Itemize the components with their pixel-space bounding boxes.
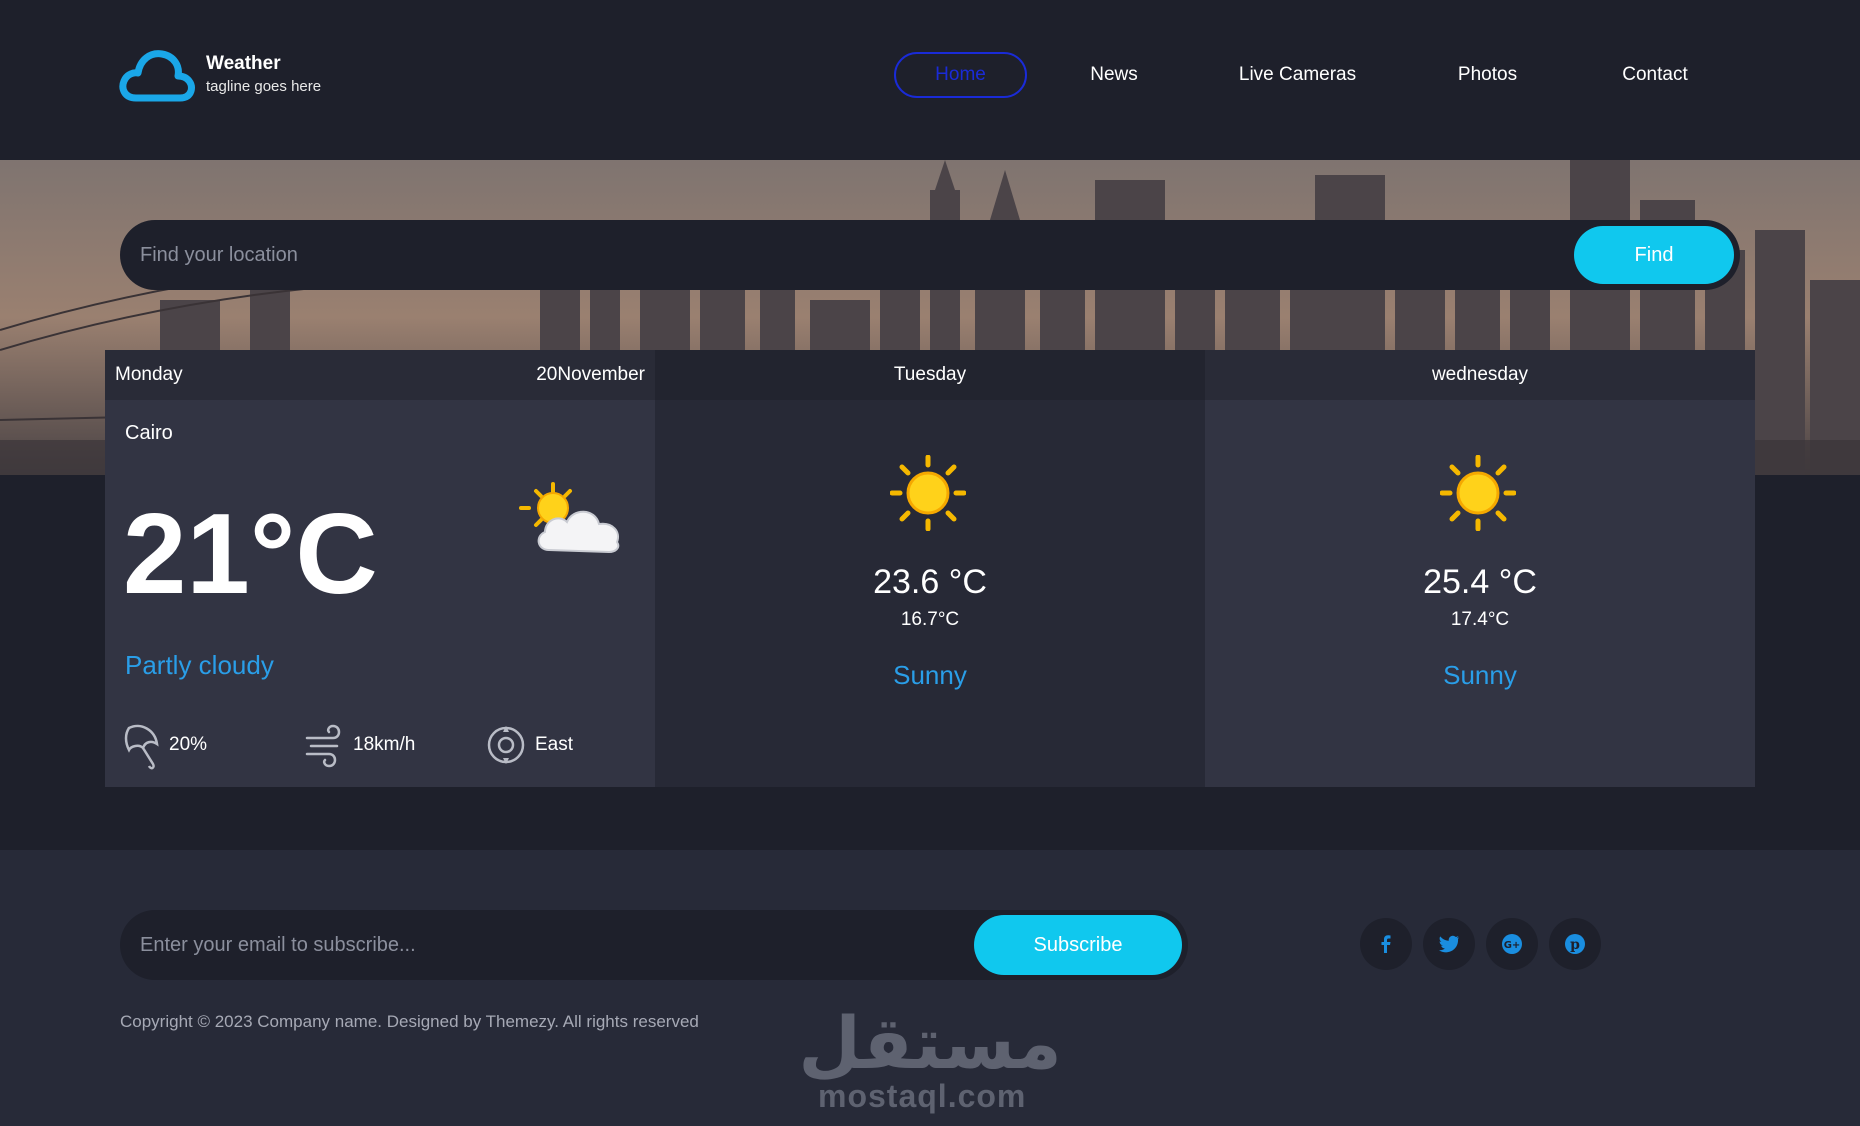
forecast-panel: Monday 20November Cairo 21°C Partly clou… bbox=[105, 350, 1755, 787]
current-temperature: 21°C bbox=[123, 491, 378, 618]
svg-text:G+: G+ bbox=[1504, 940, 1521, 951]
wind-speed: 18km/h bbox=[303, 718, 415, 772]
main-nav: Home News Live Cameras Photos Contact bbox=[0, 52, 1860, 98]
city-name: Cairo bbox=[125, 422, 173, 444]
today-condition: Partly cloudy bbox=[125, 650, 274, 680]
forecast-day: wednesday bbox=[1205, 350, 1755, 400]
site-header: Weather tagline goes here Home News Live… bbox=[0, 0, 1860, 160]
today-day: Monday bbox=[115, 364, 183, 385]
twitter-icon bbox=[1439, 935, 1460, 953]
site-footer: Subscribe G+ p Copyright © 2023 Company … bbox=[0, 850, 1860, 1126]
forecast-card-wednesday: wednesday 25.4 °C 17.4°C Sunny bbox=[1205, 350, 1755, 787]
location-search-input[interactable] bbox=[140, 220, 1440, 290]
forecast-day: Tuesday bbox=[655, 350, 1205, 400]
nav-contact[interactable]: Contact bbox=[1610, 52, 1700, 98]
forecast-condition: Sunny bbox=[1443, 660, 1517, 690]
forecast-card-tuesday: Tuesday 23.6 °C 16.7°C Sunny bbox=[655, 350, 1205, 787]
today-card-header: Monday 20November bbox=[105, 350, 655, 400]
email-field[interactable] bbox=[140, 910, 960, 980]
nav-news[interactable]: News bbox=[1070, 52, 1158, 98]
pinterest-icon: p bbox=[1565, 934, 1585, 954]
weather-metrics: 20% 18km/h East bbox=[123, 718, 643, 772]
wind-direction: East bbox=[485, 718, 573, 772]
social-links: G+ p bbox=[1360, 918, 1612, 970]
svg-text:p: p bbox=[1570, 937, 1580, 953]
copyright-text: Copyright © 2023 Company name. Designed … bbox=[120, 1012, 699, 1031]
find-button[interactable]: Find bbox=[1574, 226, 1734, 284]
mostaql-logo: مستقل bbox=[798, 1001, 1061, 1085]
today-date: 20November bbox=[536, 364, 645, 385]
today-card: Monday 20November Cairo 21°C Partly clou… bbox=[105, 350, 655, 787]
max-temperature: 25.4 °C bbox=[1423, 563, 1537, 601]
wind-value: 18km/h bbox=[353, 734, 416, 755]
google-plus-icon: G+ bbox=[1502, 934, 1522, 954]
rain-value: 20% bbox=[169, 734, 208, 755]
min-temperature: 16.7°C bbox=[900, 609, 960, 630]
nav-photos[interactable]: Photos bbox=[1445, 52, 1530, 98]
nav-live-cameras[interactable]: Live Cameras bbox=[1225, 52, 1370, 98]
location-search-bar: Find bbox=[120, 220, 1740, 290]
watermark-latin: mostaql.com bbox=[818, 1078, 1027, 1114]
umbrella-icon bbox=[124, 724, 159, 770]
rain-chance: 20% bbox=[123, 718, 207, 772]
compass-icon bbox=[487, 726, 525, 764]
forecast-condition: Sunny bbox=[893, 660, 967, 690]
mostaql-watermark: مستقل mostaql.com bbox=[798, 990, 1061, 1120]
subscribe-bar: Subscribe bbox=[120, 910, 1188, 980]
subscribe-button[interactable]: Subscribe bbox=[974, 915, 1182, 975]
google-plus-link[interactable]: G+ bbox=[1486, 918, 1538, 970]
facebook-icon bbox=[1381, 935, 1391, 953]
max-temperature: 23.6 °C bbox=[873, 563, 987, 601]
sun-icon bbox=[1440, 455, 1516, 531]
direction-value: East bbox=[535, 734, 574, 755]
watermark-arabic: مستقل bbox=[800, 1001, 1060, 1085]
sun-icon bbox=[890, 455, 966, 531]
twitter-link[interactable] bbox=[1423, 918, 1475, 970]
pinterest-link[interactable]: p bbox=[1549, 918, 1601, 970]
facebook-link[interactable] bbox=[1360, 918, 1412, 970]
wind-icon bbox=[305, 724, 341, 768]
nav-home[interactable]: Home bbox=[894, 52, 1027, 98]
min-temperature: 17.4°C bbox=[1450, 609, 1510, 630]
partly-cloudy-icon bbox=[519, 482, 620, 554]
